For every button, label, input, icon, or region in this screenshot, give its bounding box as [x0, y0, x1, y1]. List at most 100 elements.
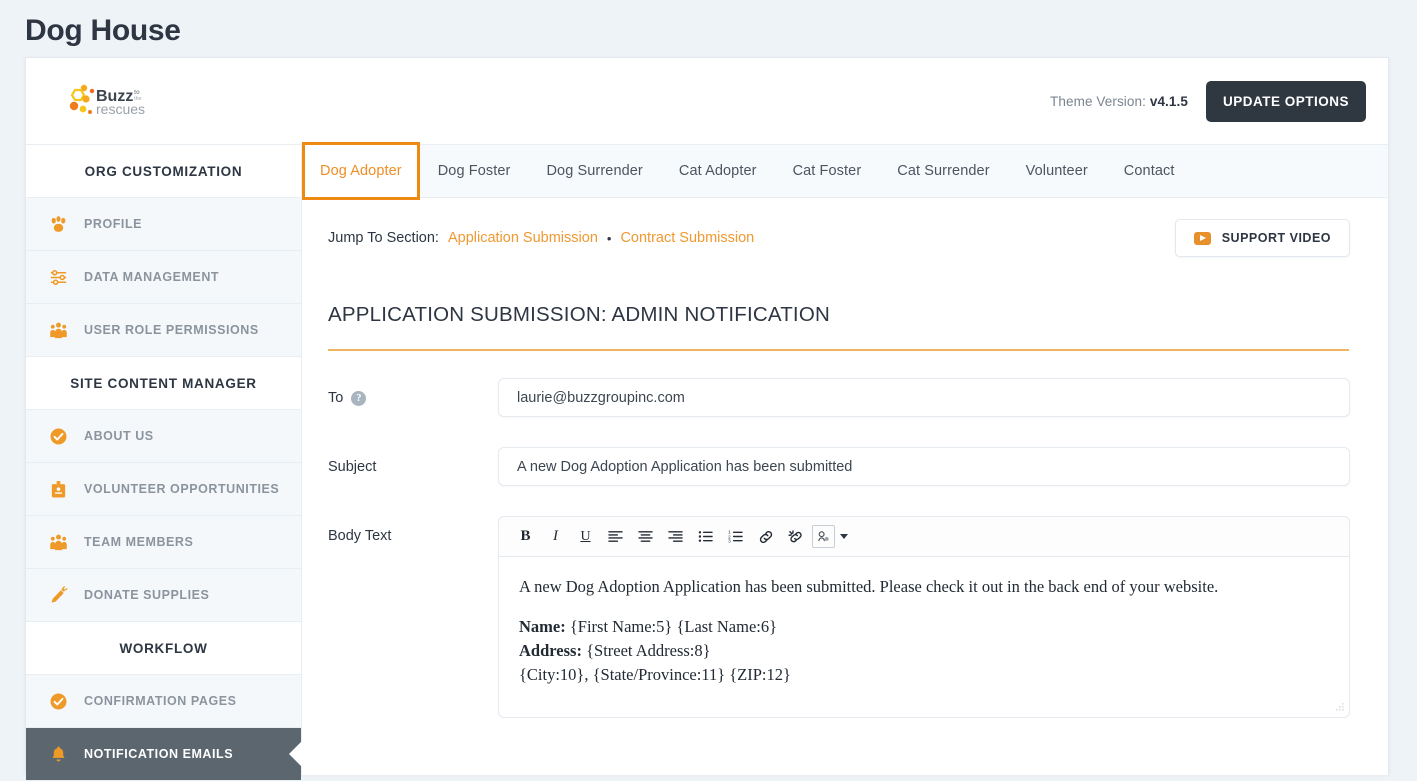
jump-separator: • — [607, 231, 612, 246]
topbar-actions: Theme Version: v4.1.5 UPDATE OPTIONS — [1050, 81, 1366, 122]
body-text-field-label: Body Text — [328, 516, 498, 544]
active-item-arrow-icon — [289, 741, 302, 767]
sidebar: ORG CUSTOMIZATION PROFILE DATA MANAGEMEN… — [26, 145, 302, 775]
sidebar-item-about-us[interactable]: ABOUT US — [26, 410, 301, 463]
main-content: Jump To Section: Application Submission … — [302, 198, 1388, 718]
tab-contact[interactable]: Contact — [1106, 145, 1193, 197]
body-line-address: Address: {Street Address:8} — [519, 639, 1329, 663]
sidebar-item-team-members[interactable]: TEAM MEMBERS — [26, 516, 301, 569]
section-title: APPLICATION SUBMISSION: ADMIN NOTIFICATI… — [328, 257, 1349, 351]
link-icon[interactable] — [752, 523, 779, 550]
sidebar-item-label: DONATE SUPPLIES — [84, 588, 209, 602]
tab-cat-adopter[interactable]: Cat Adopter — [661, 145, 775, 197]
tab-cat-surrender[interactable]: Cat Surrender — [879, 145, 1007, 197]
jump-link-contract-submission[interactable]: Contract Submission — [620, 230, 754, 246]
sidebar-item-label: TEAM MEMBERS — [84, 535, 193, 549]
body-line-name-label: Name: — [519, 617, 566, 636]
sidebar-item-data-management[interactable]: DATA MANAGEMENT — [26, 251, 301, 304]
tab-cat-foster[interactable]: Cat Foster — [775, 145, 880, 197]
carrot-icon — [48, 585, 68, 605]
field-row-subject: Subject — [328, 447, 1350, 486]
sidebar-item-label: DATA MANAGEMENT — [84, 270, 219, 284]
bold-icon[interactable]: B — [512, 523, 539, 550]
sidebar-item-volunteer-opportunities[interactable]: VOLUNTEER OPPORTUNITIES — [26, 463, 301, 516]
to-input[interactable] — [498, 378, 1350, 417]
sidebar-item-label: VOLUNTEER OPPORTUNITIES — [84, 482, 279, 496]
play-video-icon — [1194, 232, 1211, 245]
field-row-body-text: Body Text B I U — [328, 516, 1350, 718]
svg-text:rescues: rescues — [96, 101, 145, 117]
page-title: Dog House — [0, 0, 1417, 48]
jump-to-section-links: Jump To Section: Application Submission … — [328, 230, 754, 246]
subject-field-label: Subject — [328, 447, 498, 475]
sidebar-item-label: PROFILE — [84, 217, 142, 231]
app-topbar: Buzz to the rescues Theme Version: v4.1.… — [26, 58, 1388, 145]
check-circle-icon — [48, 426, 68, 446]
svg-text:3: 3 — [728, 539, 731, 543]
subject-input[interactable] — [498, 447, 1350, 486]
tab-dog-surrender[interactable]: Dog Surrender — [528, 145, 660, 197]
body-paragraph: A new Dog Adoption Application has been … — [519, 575, 1329, 599]
unlink-icon[interactable] — [782, 523, 809, 550]
sidebar-heading-workflow: WORKFLOW — [26, 622, 301, 675]
rich-text-editor: B I U — [498, 516, 1350, 718]
theme-version-label: Theme Version: — [1050, 94, 1146, 109]
people-group-icon — [48, 320, 68, 340]
sidebar-item-notification-emails[interactable]: NOTIFICATION EMAILS — [26, 728, 301, 781]
editor-toolbar: B I U — [498, 516, 1350, 557]
resize-handle[interactable] — [1333, 702, 1345, 714]
body-line-name: Name: {First Name:5} {Last Name:6} — [519, 615, 1329, 639]
bell-icon — [48, 744, 68, 764]
body-line-city-value: {City:10}, {State/Province:11} {ZIP:12} — [519, 665, 791, 684]
sidebar-item-donate-supplies[interactable]: DONATE SUPPLIES — [26, 569, 301, 622]
jump-link-application-submission[interactable]: Application Submission — [448, 230, 598, 246]
sidebar-item-label: USER ROLE PERMISSIONS — [84, 323, 259, 337]
bulleted-list-icon[interactable] — [692, 523, 719, 550]
to-field-label: To ? — [328, 378, 498, 406]
sidebar-heading-site-content-manager: SITE CONTENT MANAGER — [26, 357, 301, 410]
body-line-city-state-zip: {City:10}, {State/Province:11} {ZIP:12} — [519, 663, 1329, 687]
sidebar-item-label: ABOUT US — [84, 429, 154, 443]
support-video-label: SUPPORT VIDEO — [1222, 231, 1331, 245]
theme-version: Theme Version: v4.1.5 — [1050, 94, 1188, 109]
sidebar-item-profile[interactable]: PROFILE — [26, 198, 301, 251]
underline-icon[interactable]: U — [572, 523, 599, 550]
id-badge-icon — [48, 479, 68, 499]
editor-body[interactable]: A new Dog Adoption Application has been … — [498, 557, 1350, 718]
update-options-button[interactable]: UPDATE OPTIONS — [1206, 81, 1366, 122]
check-circle-icon — [48, 691, 68, 711]
buzz-to-the-rescues-logo: Buzz to the rescues — [64, 81, 148, 121]
tab-volunteer[interactable]: Volunteer — [1008, 145, 1106, 197]
form-type-tabs: Dog Adopter Dog Foster Dog Surrender Cat… — [302, 145, 1388, 198]
align-center-icon[interactable] — [632, 523, 659, 550]
tab-dog-foster[interactable]: Dog Foster — [420, 145, 529, 197]
sidebar-item-confirmation-pages[interactable]: CONFIRMATION PAGES — [26, 675, 301, 728]
app-container: Buzz to the rescues Theme Version: v4.1.… — [25, 57, 1389, 774]
align-left-icon[interactable] — [602, 523, 629, 550]
theme-version-value: v4.1.5 — [1150, 94, 1188, 109]
jump-to-section-label: Jump To Section: — [328, 230, 439, 246]
tab-dog-adopter[interactable]: Dog Adopter — [302, 142, 420, 200]
sidebar-item-label: CONFIRMATION PAGES — [84, 694, 237, 708]
app-body: ORG CUSTOMIZATION PROFILE DATA MANAGEMEN… — [26, 145, 1388, 775]
paw-icon — [48, 214, 68, 234]
body-merge-fields: Name: {First Name:5} {Last Name:6} Addre… — [519, 615, 1329, 687]
to-label-text: To — [328, 390, 343, 406]
body-line-address-value: {Street Address:8} — [582, 641, 711, 660]
sidebar-item-user-role-permissions[interactable]: USER ROLE PERMISSIONS — [26, 304, 301, 357]
field-row-to: To ? — [328, 378, 1350, 417]
jump-to-section-bar: Jump To Section: Application Submission … — [328, 198, 1350, 257]
help-question-icon[interactable]: ? — [351, 391, 366, 406]
italic-icon[interactable]: I — [542, 523, 569, 550]
chevron-down-icon[interactable] — [840, 534, 848, 539]
sidebar-item-label: NOTIFICATION EMAILS — [84, 747, 233, 761]
main-panel: Dog Adopter Dog Foster Dog Surrender Cat… — [302, 145, 1388, 775]
support-video-button[interactable]: SUPPORT VIDEO — [1175, 219, 1350, 257]
align-right-icon[interactable] — [662, 523, 689, 550]
sliders-icon — [48, 267, 68, 287]
sidebar-heading-org-customization: ORG CUSTOMIZATION — [26, 145, 301, 198]
insert-media-icon[interactable] — [812, 525, 835, 548]
people-group-icon — [48, 532, 68, 552]
numbered-list-icon[interactable]: 123 — [722, 523, 749, 550]
body-line-address-label: Address: — [519, 641, 582, 660]
